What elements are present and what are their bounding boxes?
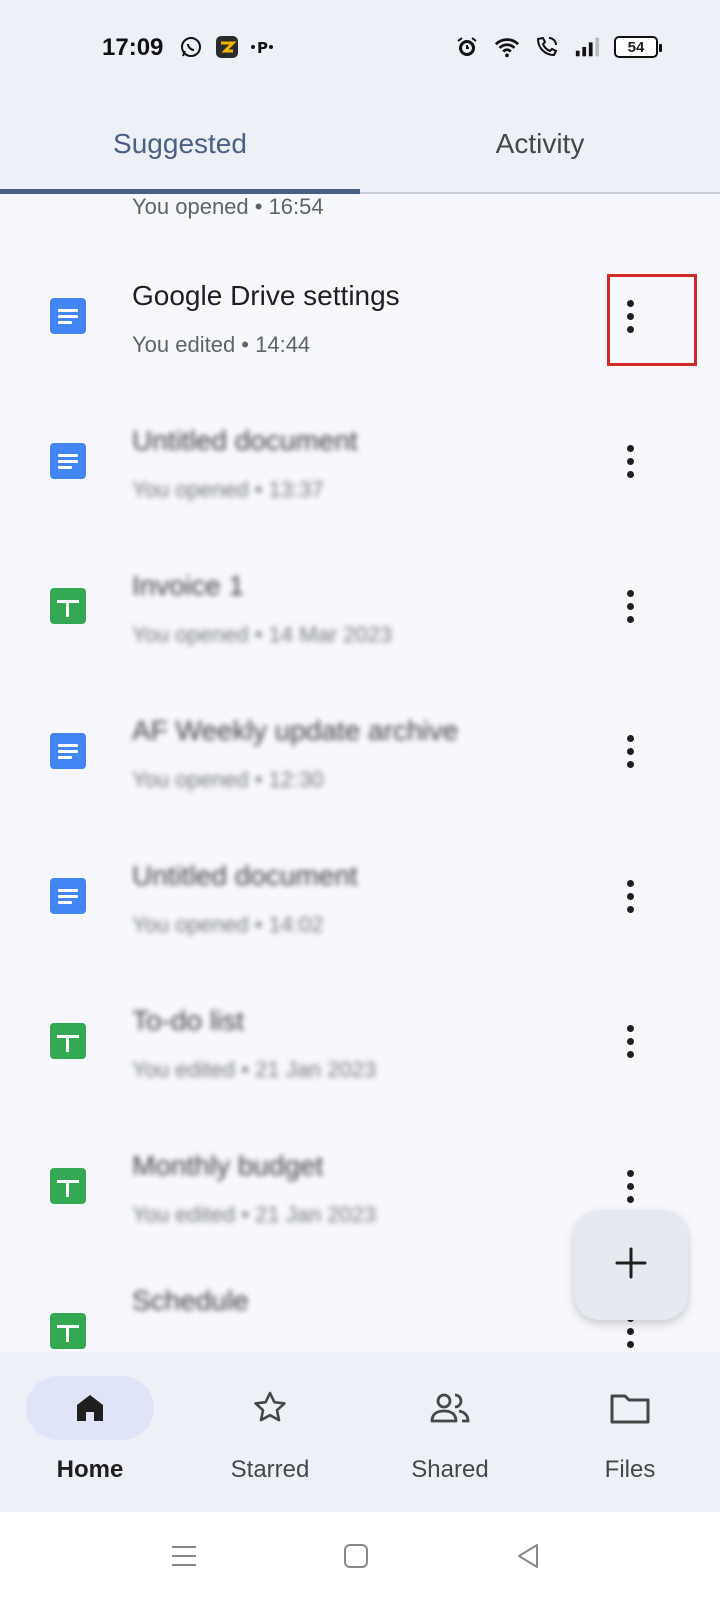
more-options-icon[interactable] (612, 721, 648, 781)
battery-indicator: 54 (614, 36, 662, 58)
nav-label: Shared (411, 1456, 489, 1483)
file-row[interactable]: To-do list You edited • 21 Jan 2023 (0, 983, 720, 1128)
wifi-icon (494, 34, 520, 60)
nav-label: Files (604, 1456, 656, 1483)
google-sheets-icon (50, 1313, 86, 1349)
google-sheets-icon (50, 1023, 86, 1059)
file-subtitle: You opened • 13:37 (132, 477, 324, 502)
file-title: AF Weekly update archive (132, 715, 459, 746)
alarm-icon (454, 34, 480, 60)
status-time: 17:09 (102, 34, 164, 61)
nav-label: Home (56, 1456, 124, 1483)
partial-row-subtitle: You opened • 16:54 (132, 194, 324, 219)
file-title: Schedule (132, 1285, 249, 1316)
paytm-icon: P (250, 34, 276, 60)
google-docs-icon (50, 878, 86, 914)
file-row[interactable]: Untitled document You opened • 14:02 (0, 838, 720, 983)
nav-starred[interactable]: Starred (180, 1352, 360, 1512)
nav-shared[interactable]: Shared (360, 1352, 540, 1512)
status-bar: 17:09 P 54 (0, 0, 720, 96)
plus-icon (613, 1245, 649, 1286)
file-subtitle: You edited • 21 Jan 2023 (132, 1057, 377, 1082)
nav-label: Starred (230, 1456, 310, 1483)
highlight-annotation (607, 274, 697, 366)
notification-icons: P (178, 34, 276, 60)
home-button-icon[interactable] (334, 1534, 378, 1578)
star-icon (206, 1376, 334, 1440)
new-item-button[interactable] (574, 1210, 688, 1320)
more-options-icon[interactable] (612, 866, 648, 926)
file-title: Untitled document (132, 860, 358, 891)
whatsapp-icon (178, 34, 204, 60)
signal-icon (574, 34, 600, 60)
tab-bar: Suggested Activity (0, 96, 720, 194)
svg-text:P: P (257, 39, 268, 57)
google-docs-icon (50, 733, 86, 769)
file-subtitle: You opened • 14:02 (132, 912, 324, 937)
tab-suggested[interactable]: Suggested (0, 96, 360, 194)
wifi-calling-icon (534, 34, 560, 60)
file-row[interactable]: Untitled document You opened • 13:37 (0, 403, 720, 548)
nav-files[interactable]: Files (540, 1352, 720, 1512)
google-sheets-icon (50, 588, 86, 624)
more-options-icon[interactable] (612, 1156, 648, 1216)
google-sheets-icon (50, 1168, 86, 1204)
file-list: You opened • 16:54 Google Drive settings… (0, 194, 720, 1352)
system-status-icons: 54 (454, 34, 662, 60)
file-title: Invoice 1 (132, 570, 245, 601)
tab-activity[interactable]: Activity (360, 96, 720, 192)
file-subtitle: You opened • 12:30 (132, 767, 324, 792)
file-title: Monthly budget (132, 1150, 324, 1181)
bottom-navigation: Home Starred Shared Files (0, 1352, 720, 1512)
file-title: To-do list (132, 1005, 245, 1036)
file-subtitle: You edited • 14:44 (132, 332, 311, 357)
google-docs-icon (50, 298, 86, 334)
nav-home[interactable]: Home (0, 1352, 180, 1512)
back-icon[interactable] (506, 1534, 550, 1578)
file-subtitle: You edited • 21 Jan 2023 (132, 1202, 377, 1227)
file-title: Untitled document (132, 425, 358, 456)
folder-icon (566, 1376, 694, 1440)
home-icon (26, 1376, 154, 1440)
app-notification-icon (214, 34, 240, 60)
recent-apps-icon[interactable] (162, 1534, 206, 1578)
file-subtitle: You opened • 14 Mar 2023 (132, 622, 393, 647)
file-title: Google Drive settings (132, 280, 400, 311)
people-icon (386, 1376, 514, 1440)
system-navigation-bar (0, 1512, 720, 1600)
more-options-icon[interactable] (612, 431, 648, 491)
more-options-icon[interactable] (612, 576, 648, 636)
google-docs-icon (50, 443, 86, 479)
file-row[interactable]: Invoice 1 You opened • 14 Mar 2023 (0, 548, 720, 693)
file-row[interactable]: AF Weekly update archive You opened • 12… (0, 693, 720, 838)
more-options-icon[interactable] (612, 1011, 648, 1071)
